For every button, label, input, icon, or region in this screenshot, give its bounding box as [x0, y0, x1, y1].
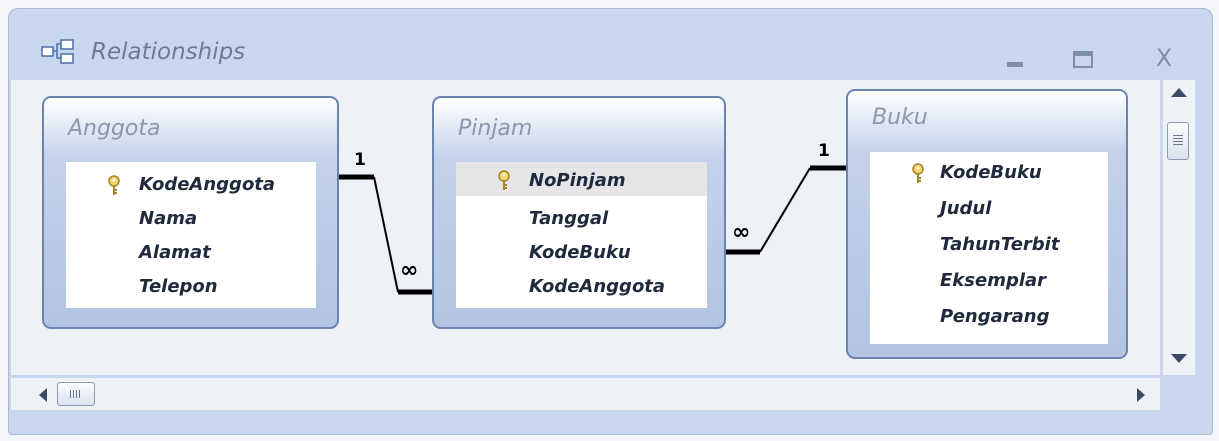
field-row[interactable]: Judul [870, 192, 1108, 226]
field-list: KodeAnggota Nama Alamat Telepon [66, 162, 316, 308]
field-name: Telepon [139, 276, 218, 297]
field-name: Nama [139, 208, 198, 229]
table-title: Buku [872, 105, 928, 130]
table-title: Anggota [68, 116, 161, 141]
field-name: Judul [940, 198, 992, 219]
field-name: Tanggal [529, 208, 609, 229]
horizontal-scroll-thumb[interactable] [57, 382, 95, 406]
field-row[interactable]: Nama [66, 202, 316, 236]
field-row[interactable]: KodeBuku [870, 156, 1108, 190]
cardinality-one-label: 1 [354, 150, 366, 170]
field-row[interactable]: Alamat [66, 236, 316, 270]
vertical-scroll-thumb[interactable] [1167, 122, 1189, 160]
close-button[interactable]: X [1147, 45, 1181, 71]
key-icon [108, 175, 120, 195]
field-row[interactable]: KodeAnggota [456, 270, 707, 304]
scroll-down-arrow-icon[interactable] [1171, 354, 1187, 363]
field-name: NoPinjam [529, 170, 626, 191]
field-name: Alamat [139, 242, 211, 263]
field-row[interactable]: Eksemplar [870, 264, 1108, 298]
field-row[interactable]: KodeAnggota [66, 168, 316, 202]
scroll-left-arrow-icon[interactable] [39, 388, 47, 402]
table-buku[interactable]: Buku KodeBuku Judul TahunTerbit Eksempla… [846, 89, 1128, 359]
field-row[interactable]: Pengarang [870, 300, 1108, 334]
table-title: Pinjam [458, 116, 533, 141]
scroll-up-arrow-icon[interactable] [1171, 88, 1187, 97]
horizontal-scrollbar[interactable] [11, 378, 1160, 410]
field-name: Pengarang [940, 306, 1050, 327]
field-name: KodeAnggota [139, 174, 276, 195]
field-list: NoPinjam Tanggal KodeBuku KodeAnggota [456, 162, 707, 308]
table-anggota[interactable]: Anggota KodeAnggota Nama Alamat Telepon [42, 96, 339, 329]
title-bar[interactable]: Relationships X [9, 9, 1212, 87]
maximize-button[interactable] [1065, 45, 1099, 71]
window-title: Relationships [91, 39, 246, 65]
cardinality-one-label: 1 [818, 141, 830, 161]
field-name: KodeBuku [940, 162, 1042, 183]
field-row-selected[interactable]: NoPinjam [456, 162, 707, 196]
field-name: TahunTerbit [940, 234, 1060, 255]
minimize-button[interactable] [999, 45, 1033, 71]
field-row[interactable]: Tanggal [456, 202, 707, 236]
field-row[interactable]: TahunTerbit [870, 228, 1108, 262]
field-row[interactable]: Telepon [66, 270, 316, 304]
scroll-right-arrow-icon[interactable] [1137, 388, 1145, 402]
field-name: KodeBuku [529, 242, 631, 263]
key-icon [498, 170, 510, 190]
field-name: KodeAnggota [529, 276, 666, 297]
cardinality-many-label: ∞ [400, 258, 419, 283]
field-list: KodeBuku Judul TahunTerbit Eksemplar Pen… [870, 152, 1108, 344]
cardinality-many-label: ∞ [732, 220, 751, 245]
field-row[interactable]: KodeBuku [456, 236, 707, 270]
vertical-scrollbar[interactable] [1163, 80, 1195, 375]
relationships-icon [41, 39, 74, 64]
table-pinjam[interactable]: Pinjam NoPinjam Tanggal KodeBuku KodeAng… [432, 96, 726, 329]
key-icon [912, 163, 924, 183]
field-name: Eksemplar [940, 270, 1047, 291]
